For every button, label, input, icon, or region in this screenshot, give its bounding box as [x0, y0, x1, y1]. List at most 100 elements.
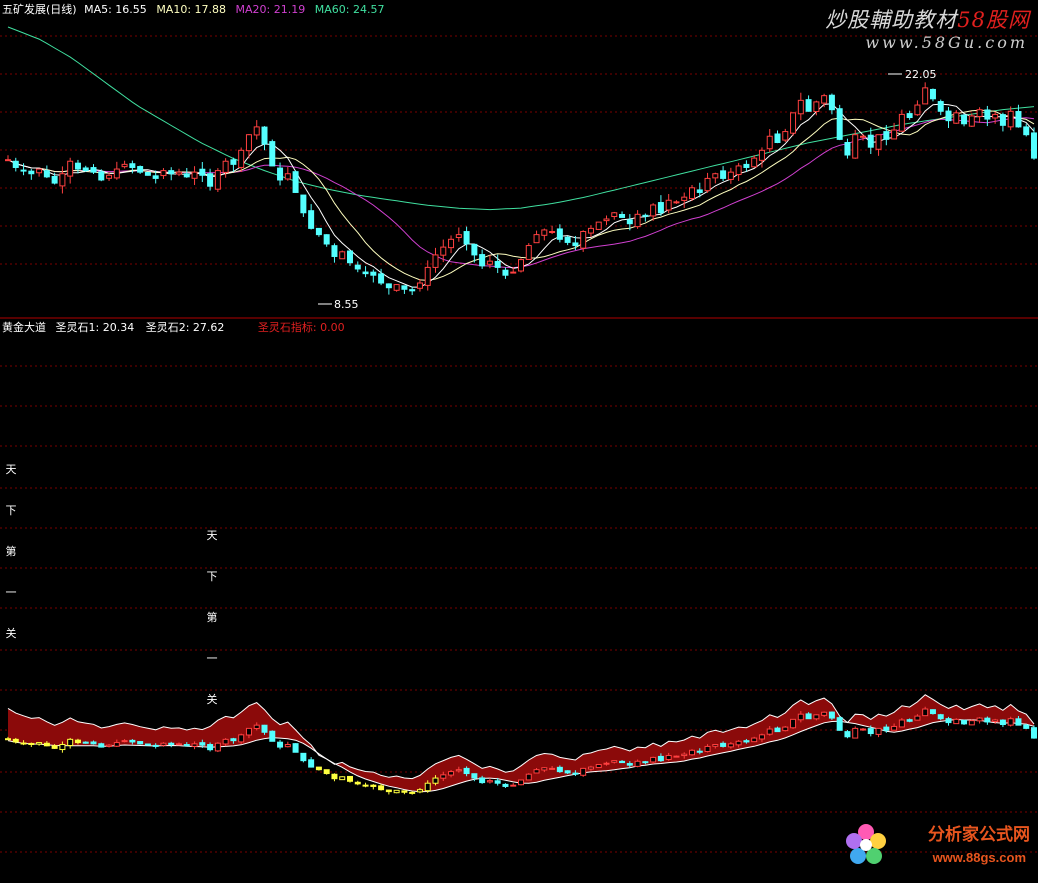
candle-body [479, 254, 486, 267]
candle-body [393, 284, 400, 291]
indicator-body [852, 727, 859, 739]
candle-body [463, 231, 470, 245]
indicator-body [510, 784, 517, 787]
indicator-body [339, 776, 346, 781]
indicator-body [269, 730, 276, 742]
candle-body [712, 173, 719, 179]
indicator-body [440, 774, 447, 779]
watermark-text: 炒股輔助教材 [825, 8, 958, 32]
candle-body [937, 101, 944, 112]
candle-body [961, 114, 968, 125]
indicator-body [74, 739, 81, 744]
candle-body [292, 171, 299, 193]
candle-body [797, 99, 804, 115]
indicator-body [160, 742, 167, 746]
watermark-bottom-url: www.88gs.com [932, 850, 1026, 865]
high-price-marker: 22.05 [905, 68, 937, 81]
indicator-body [191, 743, 198, 747]
candle-body [665, 199, 672, 211]
stock-name[interactable]: 五矿发展(日线) [2, 3, 77, 16]
indicator-body [790, 718, 797, 729]
indicator-body [883, 726, 890, 731]
candle-body [191, 171, 198, 179]
candle-body [471, 243, 478, 256]
candle-body [261, 126, 268, 145]
indicator-body [1015, 718, 1022, 726]
candle-body [774, 133, 781, 144]
indicator-body [953, 718, 960, 725]
candle-body [300, 194, 307, 214]
candle-body [160, 170, 167, 177]
candle-body [121, 163, 128, 168]
indicator-body [1023, 724, 1030, 729]
indicator-body [393, 789, 400, 794]
indicator-body [774, 727, 781, 733]
indicator-body [898, 719, 905, 728]
candle-body [735, 165, 742, 176]
candle-body [953, 112, 960, 124]
caption-char: 天 [206, 529, 218, 542]
indicator-body [385, 789, 392, 793]
indicator-body [999, 719, 1006, 726]
indicator-body [844, 731, 851, 738]
candle-body [455, 234, 462, 239]
candle-body [883, 131, 890, 140]
candle-body [696, 189, 703, 193]
indicator-body [782, 726, 789, 732]
candle-body [984, 109, 991, 120]
candle-body [867, 134, 874, 148]
candle-body [113, 168, 120, 179]
candle-body [354, 264, 361, 270]
candle-body [214, 170, 221, 190]
candle-body [347, 250, 353, 264]
candle-body [1007, 110, 1014, 128]
indicator-body [945, 718, 952, 724]
candle-body [743, 163, 750, 168]
indicator-body [28, 742, 35, 746]
indicator-body [43, 742, 50, 747]
candle-body [176, 171, 182, 175]
indicator-body [657, 755, 664, 762]
indicator-body [968, 720, 975, 726]
indicator-body [67, 738, 74, 746]
indicator-body [712, 744, 719, 747]
candle-body [891, 129, 898, 140]
watermark-top: 炒股輔助教材58股网 [825, 4, 1030, 34]
ma60-label: MA60: 24.57 [314, 3, 385, 16]
indicator-body [230, 738, 237, 742]
line2-label: 圣灵石2: 27.62 [145, 321, 225, 334]
indicator-body [595, 764, 602, 769]
candle-body [587, 227, 594, 234]
indicator-body [992, 719, 999, 722]
candle-body [43, 170, 50, 178]
watermark-bottom: 分析家公式网 [928, 825, 1030, 844]
candle-body [106, 174, 113, 179]
indicator-body [821, 711, 828, 716]
caption-char: 一 [206, 652, 218, 665]
watermark-top-url: www.58Gu.com [865, 33, 1028, 52]
indicator-body [284, 744, 291, 748]
candle-body [657, 202, 664, 214]
candle-body [634, 213, 641, 228]
candle-body [922, 87, 929, 105]
candle-body [595, 221, 602, 230]
indicator-body [300, 752, 307, 762]
candle-body [144, 171, 151, 176]
candle-body [533, 234, 540, 244]
indicator-body [370, 784, 377, 787]
candle-body [253, 126, 260, 136]
candle-body [20, 169, 27, 172]
indicator-body [766, 728, 773, 735]
candle-body [572, 242, 579, 247]
indicator-body [828, 711, 835, 719]
indicator-body [549, 767, 556, 770]
chart-canvas[interactable] [0, 0, 1038, 883]
candle-body [999, 114, 1006, 126]
candle-body [339, 251, 346, 260]
candle-body [416, 282, 423, 289]
caption-char: 第 [5, 545, 17, 558]
indicator-body [471, 773, 478, 779]
indicator-name[interactable]: 黄金大道 [2, 321, 46, 334]
indicator-body [922, 708, 929, 717]
candle-body [898, 113, 905, 132]
